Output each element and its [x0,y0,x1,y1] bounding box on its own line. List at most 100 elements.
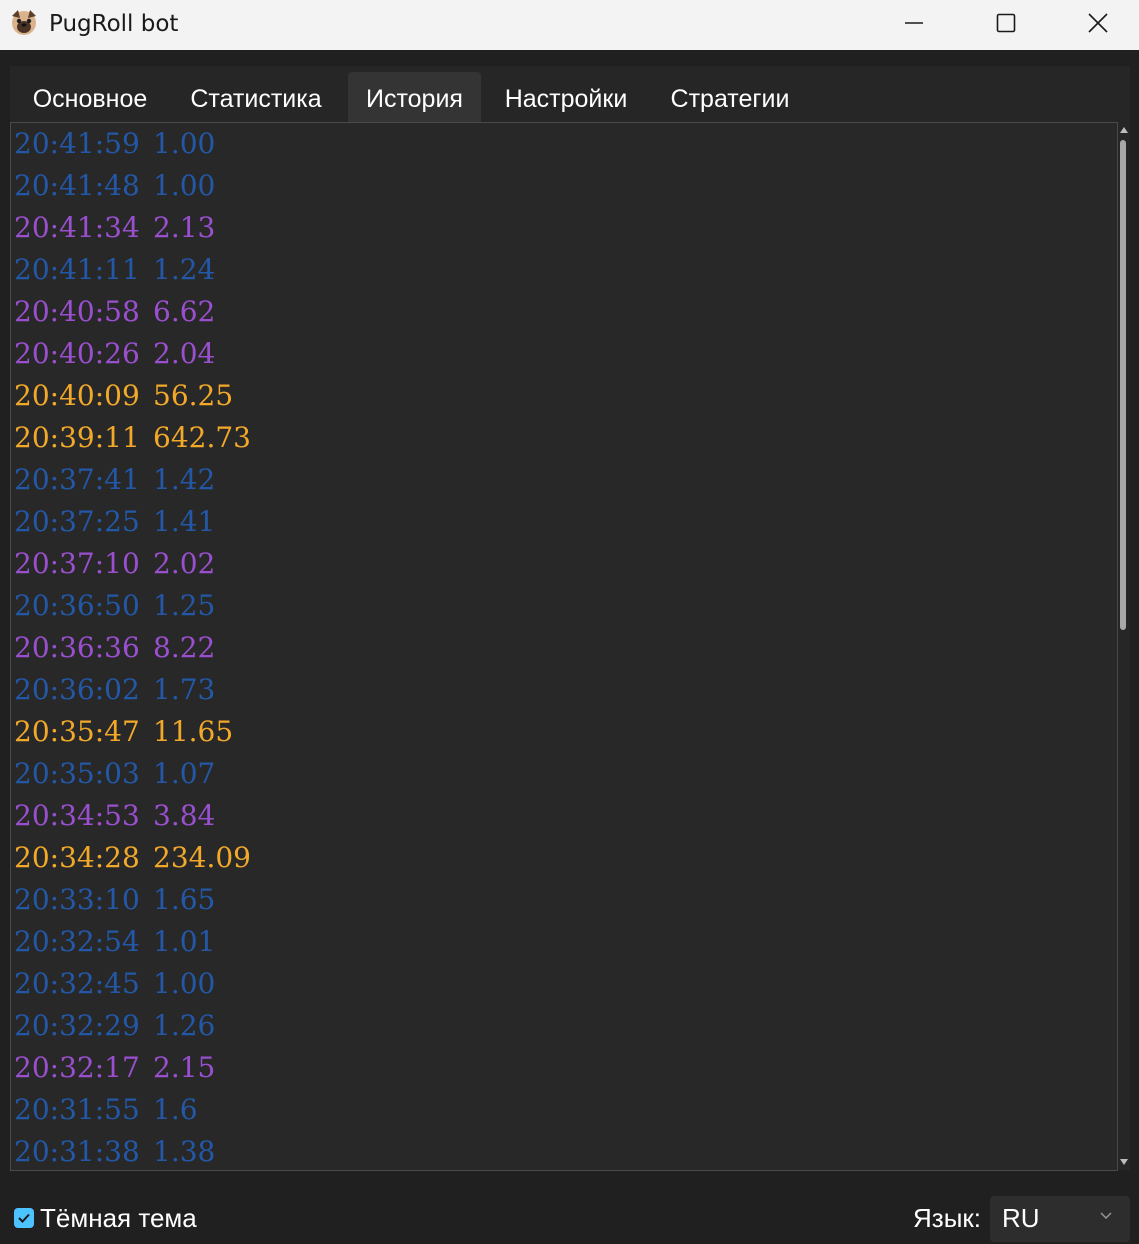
history-time: 20:41:34 [14,211,140,244]
history-row: 20:40:26 2.04 [14,333,215,375]
title-bar[interactable]: PugRoll bot [0,0,1139,50]
scrollbar[interactable] [1117,122,1130,1170]
history-value: 1.42 [153,463,216,496]
history-time: 20:37:10 [14,547,140,580]
scroll-up-icon[interactable] [1120,127,1128,133]
history-value: 1.07 [153,757,216,790]
history-value: 2.15 [153,1051,216,1084]
scroll-thumb[interactable] [1120,140,1126,630]
history-time: 20:41:48 [14,169,140,202]
history-time: 20:37:41 [14,463,140,496]
history-time: 20:34:28 [14,841,140,874]
history-value: 2.04 [153,337,216,370]
history-row: 20:41:48 1.00 [14,165,215,207]
history-row: 20:37:25 1.41 [14,501,215,543]
maximize-icon [996,13,1016,33]
history-row: 20:35:47 11.65 [14,711,233,753]
language-label: Язык: [913,1203,981,1233]
history-value: 1.00 [153,127,216,160]
history-row: 20:31:38 1.38 [14,1131,216,1170]
history-time: 20:41:59 [14,127,140,160]
language-value: RU [1002,1203,1040,1233]
history-time: 20:32:54 [14,925,140,958]
history-time: 20:39:11 [14,421,140,454]
history-time: 20:37:25 [14,505,140,538]
history-time: 20:36:36 [14,631,140,664]
history-value: 1.24 [153,253,216,286]
tab-history[interactable]: История [348,72,481,122]
scroll-down-icon[interactable] [1120,1159,1128,1165]
history-value: 1.00 [153,169,216,202]
history-value: 1.25 [153,589,216,622]
history-row: 20:41:11 1.24 [14,249,215,291]
history-value: 8.22 [153,631,216,664]
history-value: 1.00 [153,967,216,1000]
history-row: 20:37:10 2.02 [14,543,215,585]
history-value: 6.62 [153,295,216,328]
history-value: 1.6 [153,1093,198,1126]
history-time: 20:33:10 [14,883,140,916]
close-button[interactable] [1052,0,1139,46]
history-row: 20:35:03 1.07 [14,753,215,795]
history-time: 20:32:45 [14,967,140,1000]
history-value: 1.01 [153,925,216,958]
history-row: 20:36:50 1.25 [14,585,215,627]
history-row: 20:41:59 1.00 [14,123,215,165]
history-value: 11.65 [153,715,234,748]
dark-theme-label[interactable]: Тёмная тема [40,1203,197,1234]
history-time: 20:36:02 [14,673,140,706]
history-row: 20:34:53 3.84 [14,795,215,837]
window-title: PugRoll bot [49,11,179,37]
history-list[interactable]: 20:41:59 1.00 20:41:48 1.00 20:41:34 2.13 20:4… [10,122,1118,1171]
tab-main[interactable]: Основное [18,72,162,122]
history-value: 642.73 [153,421,251,454]
history-time: 20:40:58 [14,295,140,328]
history-time: 20:31:55 [14,1093,140,1126]
history-value: 56.25 [153,379,234,412]
history-time: 20:41:11 [14,253,140,286]
history-time: 20:35:47 [14,715,140,748]
tab-strategies[interactable]: Стратегии [658,72,802,122]
pug-icon [9,7,39,37]
history-row: 20:41:34 2.13 [14,207,215,249]
history-time: 20:32:29 [14,1009,140,1042]
history-row: 20:36:36 8.22 [14,627,215,669]
history-value: 1.73 [153,673,216,706]
history-row: 20:40:09 56.25 [14,375,233,417]
history-time: 20:36:50 [14,589,140,622]
history-row: 20:32:29 1.26 [14,1005,215,1047]
history-time: 20:40:09 [14,379,140,412]
history-value: 2.13 [153,211,216,244]
minimize-button[interactable] [868,0,960,46]
checkmark-icon [18,1213,30,1223]
history-row: 20:36:02 1.73 [14,669,215,711]
history-time: 20:32:17 [14,1051,140,1084]
history-row: 20:39:11 642.73 [14,417,251,459]
history-row: 20:32:17 2.15 [14,1047,215,1089]
history-value: 234.09 [153,841,251,874]
tab-bar: Основное Статистика История Настройки Ст… [10,72,1130,122]
chevron-down-icon [1100,1212,1112,1219]
history-value: 1.41 [153,505,216,538]
dark-theme-checkbox[interactable] [14,1208,34,1228]
history-row: 20:40:58 6.62 [14,291,215,333]
history-value: 1.38 [153,1135,216,1168]
history-value: 3.84 [153,799,216,832]
history-time: 20:31:38 [14,1135,140,1168]
tab-settings[interactable]: Настройки [494,72,638,122]
history-row: 20:34:28 234.09 [14,837,251,879]
history-time: 20:35:03 [14,757,140,790]
history-value: 1.65 [153,883,216,916]
history-value: 2.02 [153,547,216,580]
history-row: 20:31:55 1.6 [14,1089,198,1131]
history-row: 20:33:10 1.65 [14,879,215,921]
history-value: 1.26 [153,1009,216,1042]
close-icon [1088,13,1108,33]
history-row: 20:32:54 1.01 [14,921,215,963]
language-select[interactable]: RU [990,1196,1130,1242]
tab-statistics[interactable]: Статистика [176,72,336,122]
minimize-icon [905,22,923,24]
maximize-button[interactable] [960,0,1052,46]
main-frame: Основное Статистика История Настройки Ст… [10,66,1130,1171]
history-row: 20:37:41 1.42 [14,459,215,501]
